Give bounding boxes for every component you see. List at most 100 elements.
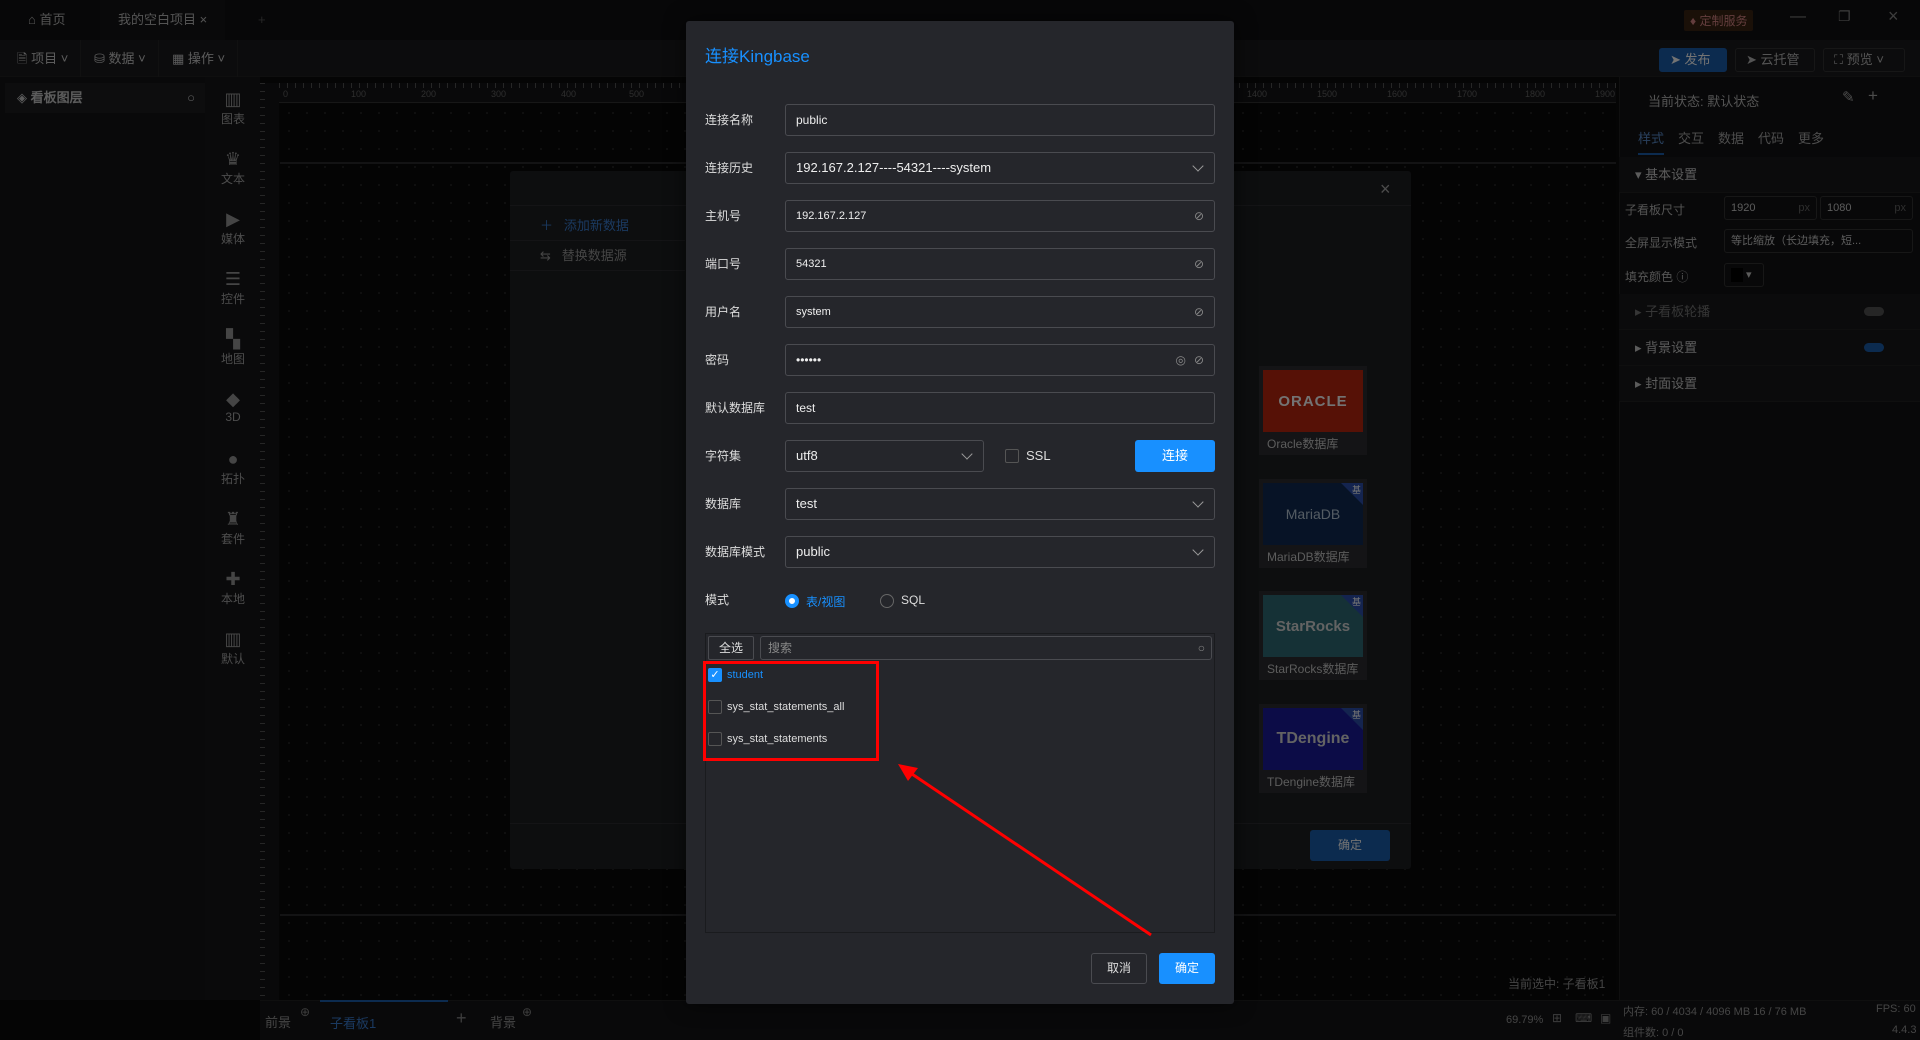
window-close-button[interactable]: × [1888, 6, 1899, 27]
table-item[interactable]: sys_stat_statements_all [727, 701, 844, 713]
background-toggle[interactable] [1864, 343, 1884, 352]
cloud-host-button[interactable]: ➤ 云托管 [1735, 48, 1815, 72]
table-item[interactable]: sys_stat_statements [727, 733, 827, 745]
host-input[interactable]: 192.167.2.127 ⊘ [785, 200, 1215, 232]
puzzle-icon: ✚ [225, 569, 241, 589]
mode-sql-label[interactable]: SQL [901, 593, 925, 607]
replace-source-item[interactable]: ⇆ 替换数据源 [510, 241, 685, 271]
cancel-button[interactable]: 取消 [1091, 953, 1147, 984]
component-control[interactable]: ☰ 控件 [208, 268, 258, 320]
component-topology[interactable]: ● 拓扑 [208, 448, 258, 500]
password-input[interactable]: •••••• ◎ ⊘ [785, 344, 1215, 376]
close-icon[interactable]: × [1380, 179, 1391, 200]
add-board-button[interactable]: + [456, 1008, 467, 1029]
connect-button[interactable]: 连接 [1135, 440, 1215, 472]
carousel-toggle[interactable] [1864, 307, 1884, 316]
fullscreen-select[interactable]: 等比缩放（长边填充，短... [1724, 229, 1913, 253]
username-label: 用户名 [705, 305, 742, 319]
section-basic[interactable]: ▾ 基本设置 [1619, 157, 1920, 193]
username-input[interactable]: system ⊘ [785, 296, 1215, 328]
mode-sql-radio[interactable] [880, 594, 894, 608]
oracle-card[interactable]: ORACLE Oracle数据库 [1259, 366, 1367, 455]
table-list [705, 633, 1215, 933]
select-all-button[interactable]: 全选 [708, 636, 754, 660]
cube-icon: ◆ [226, 389, 240, 409]
tab-style[interactable]: 样式 [1638, 128, 1665, 155]
search-icon[interactable]: ○ [187, 83, 195, 113]
menu-data[interactable]: ⛁ 数据 ˅ [82, 40, 159, 77]
schema-label: 数据库模式 [705, 545, 766, 559]
table-checkbox-sys-stat-statements-all[interactable] [708, 700, 722, 714]
confirm-button[interactable]: 确定 [1159, 953, 1215, 984]
mode-table-label[interactable]: 表/视图 [806, 593, 845, 610]
send-icon: ➤ [1746, 52, 1761, 67]
starrocks-card[interactable]: StarRocks 基 StarRocks数据库 [1259, 591, 1367, 680]
component-local[interactable]: ✚ 本地 [208, 568, 258, 620]
publish-button[interactable]: ➤ 发布 [1659, 48, 1727, 72]
tab-interaction[interactable]: 交互 [1678, 128, 1704, 147]
connection-name-input[interactable]: public [785, 104, 1215, 136]
add-state-button[interactable]: + [1868, 86, 1878, 106]
component-default[interactable]: ▥ 默认 [208, 628, 258, 680]
add-foreground-icon[interactable]: ⊕ [300, 1005, 310, 1019]
menu-operation[interactable]: ▦ 操作 ˅ [160, 40, 239, 77]
database-icon: ⛁ [94, 51, 109, 66]
bg-confirm-button[interactable]: 确定 [1310, 830, 1390, 861]
table-search-input[interactable]: 搜索 ○ [760, 636, 1212, 660]
table-checkbox-sys-stat-statements[interactable] [708, 732, 722, 746]
new-tab-button[interactable]: + [240, 0, 284, 40]
tdengine-card[interactable]: TDengine 基 TDengine数据库 [1259, 704, 1367, 793]
tab-code[interactable]: 代码 [1758, 128, 1784, 147]
component-text[interactable]: ♛ 文本 [208, 148, 258, 200]
eye-off-icon[interactable]: ◎ [1176, 345, 1186, 375]
dialog-title: 连接Kingbase [705, 47, 810, 66]
schema-select[interactable]: public [785, 536, 1215, 568]
grid-icon: ▦ [172, 51, 188, 66]
fit-screen-icon[interactable]: ⊞ [1552, 1011, 1562, 1025]
tab-more[interactable]: 更多 [1798, 128, 1824, 147]
tab-project[interactable]: 我的空白项目 × [100, 0, 226, 40]
tab-sub-board[interactable]: 子看板1 [320, 1000, 448, 1040]
map-icon: ▚ [226, 329, 240, 349]
fill-color-picker[interactable]: ▾ [1724, 263, 1764, 287]
add-background-icon[interactable]: ⊕ [522, 1005, 532, 1019]
ssl-checkbox[interactable] [1005, 449, 1019, 463]
close-icon[interactable]: × [200, 12, 208, 27]
charset-select[interactable]: utf8 [785, 440, 984, 472]
component-media[interactable]: ▶ 媒体 [208, 208, 258, 260]
add-new-data-item[interactable]: ＋ 添加新数据 [510, 211, 685, 241]
mode-label: 模式 [705, 593, 730, 607]
ssl-label: SSL [1026, 448, 1051, 463]
terminal-icon[interactable]: ▣ [1600, 1011, 1611, 1025]
minimize-button[interactable]: — [1790, 8, 1806, 26]
mariadb-card[interactable]: MariaDB 基 MariaDB数据库 [1259, 479, 1367, 568]
maximize-button[interactable]: ❐ [1838, 8, 1851, 25]
zoom-level: 69.79% [1506, 1014, 1544, 1026]
tab-data[interactable]: 数据 [1718, 128, 1744, 147]
section-cover[interactable]: ▸ 封面设置 [1619, 366, 1920, 402]
preview-button[interactable]: ⛶ 预览 ˅ [1823, 48, 1905, 72]
tab-home[interactable]: ⌂ 首页 [10, 0, 83, 40]
width-input[interactable]: 1920 px [1724, 196, 1817, 220]
keyboard-icon[interactable]: ⌨ [1575, 1011, 1592, 1025]
port-input[interactable]: 54321 ⊘ [785, 248, 1215, 280]
bar-chart-icon: ▥ [224, 629, 242, 649]
host-label: 主机号 [705, 209, 742, 223]
component-map[interactable]: ▚ 地图 [208, 328, 258, 380]
camera-icon: ▶ [226, 209, 240, 229]
custom-service-button[interactable]: ♦ 定制服务 [1684, 10, 1754, 31]
history-select[interactable]: 192.167.2.127----54321----system [785, 152, 1215, 184]
component-chart[interactable]: ▥ 图表 [208, 88, 258, 140]
table-item[interactable]: student [727, 669, 763, 681]
component-kit[interactable]: ♜ 套件 [208, 508, 258, 560]
default-db-input[interactable]: test [785, 392, 1215, 424]
component-3d[interactable]: ◆ 3D [208, 388, 258, 440]
height-input[interactable]: 1080 px [1820, 196, 1913, 220]
table-checkbox-student[interactable]: ✓ [708, 668, 722, 682]
tab-background[interactable]: 背景 [490, 1012, 516, 1031]
edit-icon[interactable]: ✎ [1842, 88, 1855, 106]
tab-foreground[interactable]: 前景 [265, 1012, 291, 1031]
database-select[interactable]: test [785, 488, 1215, 520]
menu-project[interactable]: 🗎 项目 ˅ [5, 40, 82, 77]
mode-table-radio[interactable] [785, 594, 799, 608]
